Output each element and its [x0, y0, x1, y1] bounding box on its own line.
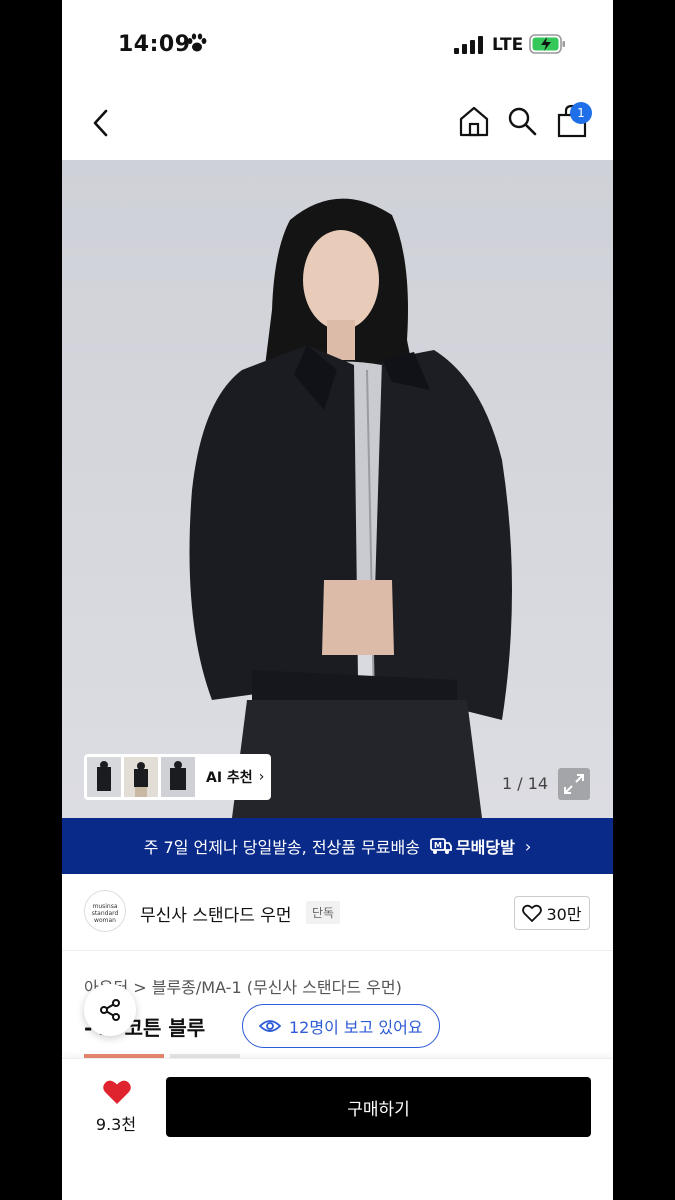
signal-icon: [454, 36, 484, 58]
thumbnail-2[interactable]: [124, 757, 158, 797]
service-name: 무배당발: [455, 838, 515, 857]
heart-filled-icon[interactable]: [102, 1079, 132, 1109]
chevron-right-icon: ›: [524, 836, 532, 856]
svg-text:M: M: [434, 841, 442, 850]
ai-recommend-thumbnails[interactable]: AI 추천 ›: [84, 754, 271, 800]
share-icon: [100, 999, 120, 1021]
delivery-truck-icon: M: [430, 838, 452, 854]
home-icon[interactable]: [457, 104, 491, 142]
brand-like-button[interactable]: 30만: [514, 896, 590, 930]
thumbnail-1[interactable]: [87, 757, 121, 797]
back-chevron-icon[interactable]: [88, 106, 112, 144]
share-button[interactable]: [84, 984, 136, 1036]
buy-button[interactable]: 구매하기: [166, 1077, 591, 1137]
paw-icon: [186, 33, 208, 57]
purchase-bar: 9.3천 구매하기: [62, 1058, 613, 1200]
brand-like-count: 30만: [546, 905, 582, 924]
image-counter: 1 / 14: [502, 774, 549, 793]
brand-name[interactable]: 무신사 스탠다드 우먼: [140, 901, 292, 926]
delivery-banner[interactable]: 주 7일 언제나 당일발송, 전상품 무료배송 M 무배당발 ›: [62, 818, 613, 874]
exclusive-tag: 단독: [306, 901, 341, 924]
chevron-right-icon: ›: [258, 769, 265, 785]
app-screen: 14:09 LTE 1 AI 추천 › 1 / 14 주 7일 언제나 당일발송…: [62, 0, 613, 1200]
brand-row[interactable]: musinsa standard woman 무신사 스탠다드 우먼 단독 30…: [62, 874, 613, 951]
brand-logo[interactable]: musinsa standard woman: [84, 890, 126, 932]
live-viewers-pill: 12명이 보고 있어요: [242, 1004, 440, 1048]
top-nav: [62, 90, 613, 160]
expand-icon[interactable]: [558, 768, 590, 800]
thumbnail-3[interactable]: [161, 757, 195, 797]
model-photo: [62, 160, 613, 818]
battery-icon: [529, 33, 567, 59]
category-breadcrumb[interactable]: 아우터 > 블루종/MA-1 (무신사 스탠다드 우먼): [84, 974, 402, 998]
heart-outline-icon: [522, 904, 543, 922]
ai-recommend-label: AI 추천: [206, 770, 253, 786]
search-icon[interactable]: [506, 105, 538, 141]
free-delivery-logo: M 무배당발: [430, 834, 515, 858]
status-time: 14:09: [118, 32, 191, 57]
cart-count-badge: 1: [570, 102, 592, 124]
product-image[interactable]: AI 추천 › 1 / 14: [62, 160, 613, 818]
eye-icon: [259, 1020, 281, 1032]
status-bar: 14:09 LTE: [62, 0, 613, 90]
viewers-text: 12명이 보고 있어요: [289, 1018, 423, 1037]
wishlist-count: 9.3천: [95, 1115, 137, 1134]
banner-text: 주 7일 언제나 당일발송, 전상품 무료배송: [143, 838, 420, 857]
network-type: LTE: [492, 35, 524, 55]
